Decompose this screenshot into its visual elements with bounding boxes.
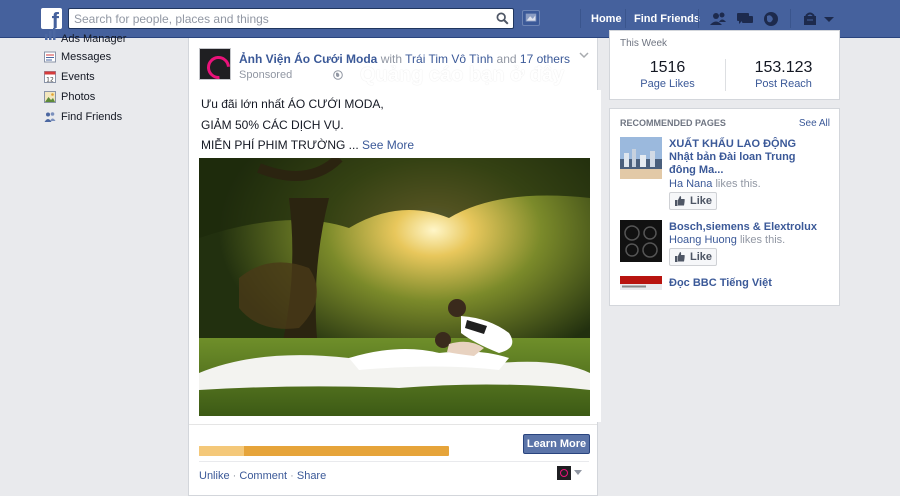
page-stats-card: This Week 1516 Page Likes 153.123 Post R… — [609, 30, 840, 100]
sidebar-item-label: Find Friends — [61, 111, 123, 123]
ad-progress-bar — [199, 446, 449, 456]
search-box[interactable] — [68, 8, 514, 29]
ad-wedding-photo[interactable] — [199, 158, 590, 416]
likes-suffix: likes this. — [739, 234, 786, 246]
see-all-link[interactable]: See All — [799, 118, 830, 129]
ad-text-line: MIỄN PHÍ PHIM TRƯỜNG ... See More — [201, 138, 414, 152]
recommended-page-name[interactable]: Bosch,siemens & Elextrolux — [669, 221, 819, 234]
action-separator: · — [290, 470, 294, 482]
sponsored-label[interactable]: Sponsored — [239, 69, 292, 81]
recommended-likes: Ha Nana likes this. — [669, 178, 761, 190]
messages-icon — [44, 51, 56, 63]
ad-text-line-content: MIỄN PHÍ PHIM TRƯỜNG ... — [201, 138, 359, 152]
page-likes-stat[interactable]: 1516 Page Likes — [610, 59, 725, 91]
recommended-page-thumbnail[interactable] — [620, 137, 662, 179]
find-friends-link[interactable]: Find Friends — [634, 13, 700, 25]
recommended-page-thumbnail[interactable] — [620, 220, 662, 262]
photos-icon — [44, 91, 56, 103]
ad-text-line: Ưu đãi lớn nhất ÁO CƯỚI MODA, — [201, 97, 384, 111]
learn-more-button[interactable]: Learn More — [523, 434, 590, 454]
wedding-photo-image — [199, 158, 590, 416]
recommended-likes: Hoang Huong likes this. — [669, 234, 785, 246]
liker-name-link[interactable]: Ha Nana — [669, 178, 712, 190]
city-thumbnail-image — [620, 137, 662, 179]
nav-divider — [790, 9, 791, 28]
post-reach-value: 153.123 — [754, 59, 813, 76]
story-actions: Unlike · Comment · Share — [199, 470, 326, 482]
ad-progress-fill — [199, 446, 244, 456]
action-separator: · — [232, 470, 237, 482]
actions-divider — [199, 461, 589, 462]
sidebar-item-label: Photos — [61, 91, 96, 103]
recommended-page-name[interactable]: XUẤT KHẨU LAO ĐỘNG Nhật bản Đài loan Tru… — [669, 138, 819, 177]
facebook-logo-icon[interactable]: f — [41, 8, 62, 29]
search-input[interactable] — [69, 9, 489, 28]
story-divider — [189, 424, 597, 425]
friend-requests-icon[interactable] — [709, 10, 727, 28]
friends-icon — [44, 112, 56, 122]
sidebar-item-ads-manager[interactable]: Ads Manager — [44, 28, 184, 49]
page-likes-value: 1516 — [649, 59, 686, 76]
post-reach-stat[interactable]: 153.123 Post Reach — [726, 59, 841, 91]
nav-divider — [625, 9, 626, 28]
chart-icon — [45, 28, 56, 40]
app-shortcut-icon[interactable] — [522, 10, 540, 26]
like-page-button[interactable]: Like — [669, 192, 717, 210]
stats-title: This Week — [620, 38, 668, 49]
ad-placement-overlay-text: Quảng cáo bạn ở đây — [360, 64, 565, 86]
sidebar-item-photos[interactable]: Photos — [44, 89, 184, 109]
notifications-globe-icon[interactable] — [762, 10, 780, 28]
cooktop-thumbnail-image — [620, 220, 662, 262]
recommended-page-name[interactable]: Đọc BBC Tiếng Việt — [669, 277, 819, 290]
svg-text:12: 12 — [46, 77, 54, 84]
page-avatar[interactable] — [199, 48, 231, 80]
share-link[interactable]: Share — [297, 470, 326, 482]
audience-globe-icon — [333, 70, 343, 80]
ad-text-line: GIẢM 50% CÁC DỊCH VỤ. — [201, 118, 344, 132]
home-link[interactable]: Home — [591, 13, 622, 25]
messages-notification-icon[interactable] — [736, 10, 754, 28]
likes-suffix: likes this. — [715, 178, 761, 190]
see-more-link[interactable]: See More — [362, 138, 414, 152]
like-button-label: Like — [690, 195, 713, 207]
account-settings-chevron-icon[interactable] — [822, 10, 836, 28]
bbc-thumbnail-image — [620, 276, 662, 290]
story-options-chevron-icon[interactable] — [579, 50, 589, 60]
sidebar-item-messages[interactable]: Messages — [44, 49, 184, 69]
sidebar-item-label: Messages — [61, 51, 112, 63]
sidebar-item-events[interactable]: 12 Events — [44, 69, 184, 89]
recommended-title: RECOMMENDED PAGES — [620, 118, 726, 128]
sidebar-item-label: Events — [61, 71, 95, 83]
nav-divider — [580, 9, 581, 28]
thumbs-up-icon — [675, 196, 685, 206]
calendar-icon: 12 — [44, 71, 56, 83]
post-reach-label: Post Reach — [755, 78, 812, 90]
sponsored-story: Ảnh Viện Áo Cưới Moda with Trái Tim Vô T… — [188, 38, 601, 496]
left-sidebar: Ads Manager Messages 12 Events Photos Fi… — [44, 28, 184, 129]
search-icon[interactable] — [496, 12, 509, 25]
nav-divider — [698, 9, 699, 28]
acting-as-chevron-icon[interactable] — [574, 470, 582, 476]
like-page-button[interactable]: Like — [669, 248, 717, 266]
unlike-link[interactable]: Unlike — [199, 470, 230, 482]
privacy-shortcuts-icon[interactable] — [801, 10, 819, 28]
page-name-link[interactable]: Ảnh Viện Áo Cưới Moda — [239, 52, 377, 66]
recommended-pages-card: RECOMMENDED PAGES See All XUẤT KHẨU LAO … — [609, 108, 840, 306]
sidebar-item-find-friends[interactable]: Find Friends — [44, 109, 184, 129]
like-button-label: Like — [690, 251, 713, 263]
ad-content-panel: Quảng cáo bạn ở đây Ưu đãi lớn nhất ÁO C… — [191, 64, 601, 422]
acting-as-avatar[interactable] — [557, 466, 571, 480]
page-likes-label: Page Likes — [640, 78, 695, 90]
thumbs-up-icon — [675, 252, 685, 262]
liker-name-link[interactable]: Hoang Huong — [669, 234, 737, 246]
logo-letter: f — [51, 8, 59, 30]
recommended-page-thumbnail[interactable] — [620, 276, 662, 290]
sidebar-item-label: Ads Manager — [61, 33, 127, 45]
comment-link[interactable]: Comment — [239, 470, 287, 482]
